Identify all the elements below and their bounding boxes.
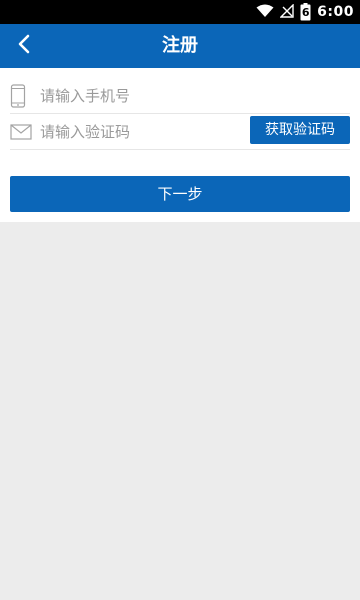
- status-icons: 6 6:00: [256, 0, 354, 24]
- page-title: 注册: [162, 35, 198, 56]
- phone-input[interactable]: [40, 81, 340, 111]
- signal-icon: [279, 2, 294, 22]
- next-button[interactable]: 下一步: [10, 176, 350, 212]
- wifi-icon: [256, 3, 274, 22]
- battery-level: 6: [301, 6, 310, 19]
- phone-row: [10, 78, 350, 114]
- divider: [10, 149, 350, 150]
- get-code-button[interactable]: 获取验证码: [250, 116, 350, 144]
- battery-icon: 6: [300, 3, 311, 21]
- verification-code-input[interactable]: [40, 117, 240, 147]
- status-bar: 6 6:00: [0, 0, 360, 24]
- app-bar: 注册: [0, 24, 360, 68]
- mail-icon: [10, 124, 40, 140]
- status-time: 6:00: [317, 4, 354, 20]
- chevron-left-icon: [17, 34, 31, 58]
- back-button[interactable]: [8, 28, 40, 64]
- phone-icon: [10, 84, 40, 108]
